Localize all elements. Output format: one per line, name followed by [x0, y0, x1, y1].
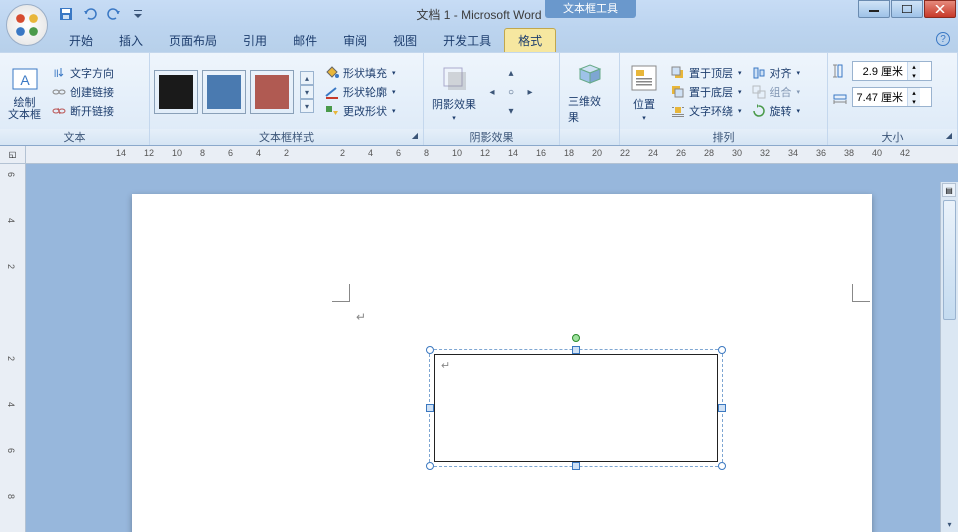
context-tab-title: 文本框工具: [545, 0, 636, 18]
resize-handle-s[interactable]: [572, 462, 580, 470]
scroll-thumb[interactable]: [943, 200, 956, 320]
tab-mailings[interactable]: 邮件: [280, 29, 330, 52]
width-icon: [832, 89, 848, 105]
align-button[interactable]: 对齐▾: [748, 64, 804, 82]
vertical-scrollbar[interactable]: ▤ ▴ ▾: [940, 182, 958, 532]
tab-format[interactable]: 格式: [504, 28, 556, 52]
minimize-button[interactable]: [858, 0, 890, 18]
ruler-toggle[interactable]: ▤: [942, 183, 956, 197]
tab-page-layout[interactable]: 页面布局: [156, 29, 230, 52]
3d-effects-button[interactable]: 三维效果: [564, 57, 615, 127]
qat-customize[interactable]: [128, 4, 148, 24]
nudge-up[interactable]: ▴: [502, 64, 520, 82]
resize-handle-nw[interactable]: [426, 346, 434, 354]
style-gallery[interactable]: ▴ ▾ ▾: [154, 70, 314, 114]
rotate-button[interactable]: 旋转▾: [748, 102, 804, 120]
paragraph-mark: ↵: [356, 310, 366, 324]
height-icon: [832, 63, 848, 79]
ribbon-tabs: 开始 插入 页面布局 引用 邮件 审阅 视图 开发工具 格式 ?: [0, 28, 958, 52]
group-text: A 绘制 文本框 ll文字方向 创建链接 断开链接 文本: [0, 53, 150, 145]
styles-launcher[interactable]: ◢: [409, 131, 421, 143]
style-swatch-1[interactable]: [154, 70, 198, 114]
draw-textbox-button[interactable]: A 绘制 文本框: [4, 61, 45, 123]
shadow-nudge: ▴ ◂○▸ ▾: [483, 64, 539, 120]
create-link-button[interactable]: 创建链接: [48, 83, 117, 101]
gallery-down[interactable]: ▾: [300, 85, 314, 99]
window-title: 文档 1 - Microsoft Word: [416, 6, 541, 23]
group-shadow: 阴影效果▾ ▴ ◂○▸ ▾ 阴影效果: [424, 53, 560, 145]
text-wrap-button[interactable]: 文字环绕▾: [667, 102, 745, 120]
tab-insert[interactable]: 插入: [106, 29, 156, 52]
style-swatch-3[interactable]: [250, 70, 294, 114]
nudge-left[interactable]: ◂: [483, 83, 501, 101]
titlebar: 文档 1 - Microsoft Word 文本框工具: [0, 0, 958, 28]
gallery-up[interactable]: ▴: [300, 71, 314, 85]
horizontal-ruler[interactable]: 1412108642246810121416182022242628303234…: [26, 146, 958, 164]
nudge-down[interactable]: ▾: [502, 102, 520, 120]
resize-handle-se[interactable]: [718, 462, 726, 470]
group-3d: 三维效果: [560, 53, 620, 145]
group-button[interactable]: 组合▾: [748, 83, 804, 101]
quick-access-toolbar: [56, 4, 148, 24]
change-shape-button[interactable]: 更改形状▾: [321, 102, 399, 120]
vertical-ruler[interactable]: 6422468: [0, 164, 26, 532]
nudge-center[interactable]: ○: [502, 83, 520, 101]
undo-button[interactable]: [80, 4, 100, 24]
maximize-button[interactable]: [891, 0, 923, 18]
style-swatch-2[interactable]: [202, 70, 246, 114]
shadow-effects-button[interactable]: 阴影效果▾: [428, 60, 480, 124]
group-arrange: 位置▾ 置于顶层▾ 置于底层▾ 文字环绕▾ 对齐▾ 组合▾ 旋转▾ 排列: [620, 53, 828, 145]
break-link-button[interactable]: 断开链接: [48, 102, 117, 120]
rotate-handle[interactable]: [572, 334, 580, 342]
shape-fill-button[interactable]: 形状填充▾: [321, 64, 399, 82]
resize-handle-w[interactable]: [426, 404, 434, 412]
svg-text:ll: ll: [54, 69, 58, 80]
window-controls: [857, 0, 956, 18]
ruler-corner[interactable]: ◱: [0, 146, 26, 164]
group-size: ▴▾ ▴▾ 大小◢: [828, 53, 958, 145]
resize-handle-sw[interactable]: [426, 462, 434, 470]
text-direction-button[interactable]: ll文字方向: [48, 64, 117, 82]
page[interactable]: ↵ ↵: [132, 194, 872, 532]
margin-mark: [852, 284, 870, 302]
tab-developer[interactable]: 开发工具: [430, 29, 504, 52]
margin-mark: [332, 284, 350, 302]
redo-button[interactable]: [104, 4, 124, 24]
group-textbox-styles: ▴ ▾ ▾ 形状填充▾ 形状轮廓▾ 更改形状▾ 文本框样式◢: [150, 53, 424, 145]
tab-view[interactable]: 视图: [380, 29, 430, 52]
tab-references[interactable]: 引用: [230, 29, 280, 52]
resize-handle-n[interactable]: [572, 346, 580, 354]
gallery-more[interactable]: ▾: [300, 99, 314, 113]
svg-text:A: A: [20, 72, 30, 88]
tab-review[interactable]: 审阅: [330, 29, 380, 52]
shape-outline-button[interactable]: 形状轮廓▾: [321, 83, 399, 101]
resize-handle-ne[interactable]: [718, 346, 726, 354]
nudge-right[interactable]: ▸: [521, 83, 539, 101]
bring-front-button[interactable]: 置于顶层▾: [667, 64, 745, 82]
position-button[interactable]: 位置▾: [624, 60, 664, 124]
help-button[interactable]: ?: [936, 32, 950, 46]
close-button[interactable]: [924, 0, 956, 18]
office-button[interactable]: [6, 4, 48, 46]
resize-handle-e[interactable]: [718, 404, 726, 412]
width-input[interactable]: ▴▾: [852, 87, 932, 107]
ribbon: A 绘制 文本框 ll文字方向 创建链接 断开链接 文本 ▴ ▾ ▾: [0, 52, 958, 146]
send-back-button[interactable]: 置于底层▾: [667, 83, 745, 101]
tab-home[interactable]: 开始: [56, 29, 106, 52]
save-button[interactable]: [56, 4, 76, 24]
scroll-down[interactable]: ▾: [941, 516, 958, 532]
height-input[interactable]: ▴▾: [852, 61, 932, 81]
textbox[interactable]: ↵: [434, 354, 718, 462]
document-canvas[interactable]: ↵ ↵: [26, 164, 958, 532]
document-area: ◱ 14121086422468101214161820222426283032…: [0, 146, 958, 532]
size-launcher[interactable]: ◢: [943, 131, 955, 143]
